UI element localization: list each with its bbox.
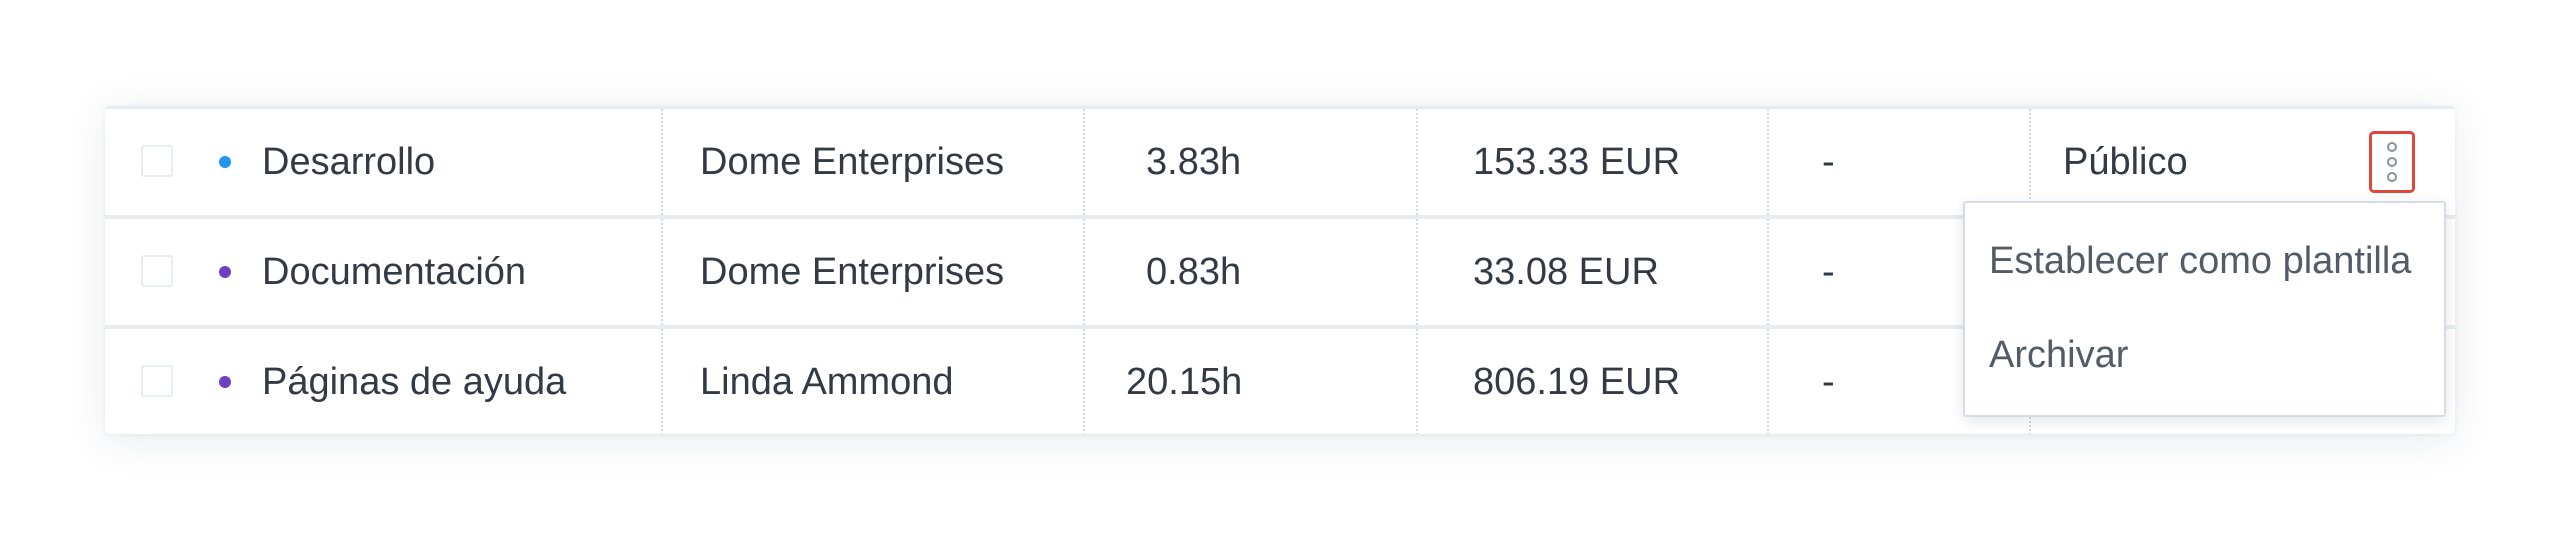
tracked-hours: 3.83h bbox=[1146, 141, 1242, 183]
extra-value: - bbox=[1822, 251, 1835, 293]
project-color-dot bbox=[219, 266, 231, 278]
more-dot bbox=[2387, 142, 2397, 152]
amount: 33.08 EUR bbox=[1473, 251, 1659, 293]
column-divider bbox=[2029, 109, 2031, 215]
visibility: Público bbox=[2063, 141, 2188, 183]
column-divider bbox=[1767, 109, 1769, 215]
column-divider bbox=[1083, 329, 1085, 434]
project-color-dot bbox=[219, 376, 231, 388]
column-divider bbox=[661, 219, 663, 325]
project-name[interactable]: Páginas de ayuda bbox=[262, 329, 566, 434]
tracked-hours: 20.15h bbox=[1126, 361, 1243, 403]
tracked-hours: 0.83h bbox=[1146, 251, 1242, 293]
column-divider bbox=[661, 109, 663, 215]
client-name: Linda Ammond bbox=[700, 361, 954, 403]
menu-item-archive[interactable]: Archivar bbox=[1989, 333, 2128, 377]
column-divider bbox=[661, 329, 663, 434]
column-divider bbox=[1767, 219, 1769, 325]
project-name[interactable]: Documentación bbox=[262, 219, 526, 325]
column-divider bbox=[1416, 109, 1418, 215]
row-checkbox[interactable] bbox=[141, 365, 173, 397]
extra-value: - bbox=[1822, 361, 1835, 403]
client-name: Dome Enterprises bbox=[700, 141, 1005, 183]
row-actions-menu: Establecer como plantilla Archivar bbox=[1963, 201, 2446, 417]
column-divider bbox=[1083, 219, 1085, 325]
row-checkbox[interactable] bbox=[141, 255, 173, 287]
amount: 153.33 EUR bbox=[1473, 141, 1681, 183]
more-dot bbox=[2387, 172, 2397, 182]
table-row[interactable]: Desarrollo Dome Enterprises 3.83h 153.33… bbox=[105, 109, 2455, 215]
more-vertical-icon[interactable] bbox=[2369, 131, 2415, 193]
column-divider bbox=[1416, 219, 1418, 325]
column-divider bbox=[1767, 329, 1769, 434]
client-name: Dome Enterprises bbox=[700, 251, 1005, 293]
project-color-dot bbox=[219, 156, 231, 168]
more-dot bbox=[2387, 157, 2397, 167]
amount: 806.19 EUR bbox=[1473, 361, 1681, 403]
column-divider bbox=[1416, 329, 1418, 434]
extra-value: - bbox=[1822, 141, 1835, 183]
row-checkbox[interactable] bbox=[141, 145, 173, 177]
menu-item-set-as-template[interactable]: Establecer como plantilla bbox=[1989, 239, 2411, 283]
project-name[interactable]: Desarrollo bbox=[262, 109, 435, 215]
column-divider bbox=[1083, 109, 1085, 215]
